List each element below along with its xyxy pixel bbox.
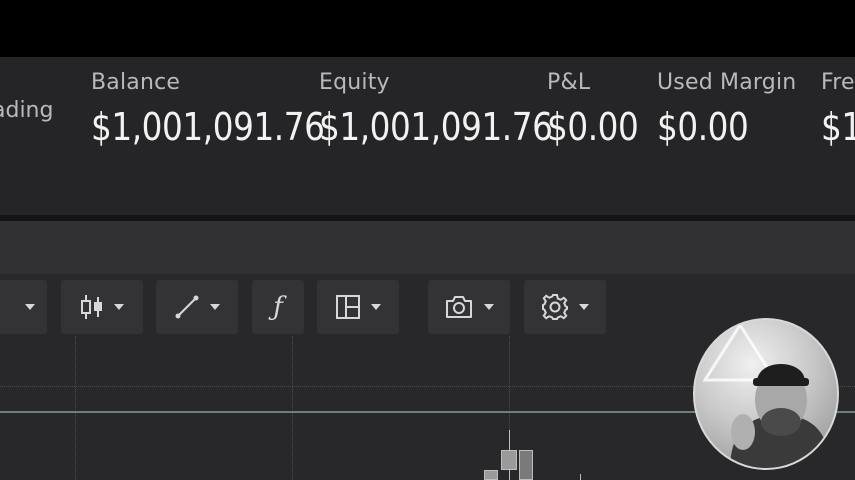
used-margin-stat: Used Margin $0.00 bbox=[657, 70, 796, 149]
chevron-down-icon bbox=[25, 304, 35, 310]
chevron-down-icon bbox=[579, 304, 589, 310]
partial-dropdown-button[interactable] bbox=[0, 280, 47, 334]
tab-strip bbox=[0, 221, 855, 274]
pnl-value: $0.00 bbox=[547, 105, 639, 149]
chevron-down-icon bbox=[371, 304, 381, 310]
chevron-down-icon bbox=[114, 304, 124, 310]
used-margin-value: $0.00 bbox=[657, 105, 749, 149]
settings-button[interactable] bbox=[524, 280, 606, 334]
candle-body bbox=[519, 450, 533, 480]
trendline-icon bbox=[174, 294, 200, 320]
chart-gridline-vertical bbox=[292, 336, 293, 480]
chart-gridline-vertical bbox=[75, 336, 76, 480]
pnl-stat: P&L $0.00 bbox=[547, 70, 653, 149]
trading-platform-screen: ading Balance $1,001,091.76 Equity $1,00… bbox=[0, 0, 855, 480]
layout-button[interactable] bbox=[317, 280, 399, 334]
chevron-down-icon bbox=[484, 304, 494, 310]
candlestick-icon bbox=[80, 294, 104, 320]
equity-value: $1,001,091.76 bbox=[319, 105, 553, 149]
candle-body bbox=[501, 450, 517, 470]
screenshot-button[interactable] bbox=[428, 280, 510, 334]
trading-partial-label: ading bbox=[0, 98, 54, 123]
indicators-button[interactable]: ƒ bbox=[252, 280, 304, 334]
letterbox-bar bbox=[0, 0, 855, 57]
chart-type-button[interactable] bbox=[61, 280, 143, 334]
candle-body bbox=[484, 470, 498, 480]
pnl-label: P&L bbox=[547, 70, 591, 95]
balance-value: $1,001,091.76 bbox=[91, 105, 325, 149]
candle-wick bbox=[580, 474, 581, 480]
webcam-overlay bbox=[693, 318, 839, 470]
layout-icon bbox=[335, 294, 361, 320]
gear-icon bbox=[541, 293, 569, 321]
function-icon: ƒ bbox=[273, 292, 283, 322]
free-margin-label: Fre bbox=[821, 70, 855, 95]
camera-icon bbox=[444, 294, 474, 320]
chevron-down-icon bbox=[210, 304, 220, 310]
free-margin-value: $1 bbox=[821, 105, 855, 149]
free-margin-stat: Fre $1 bbox=[821, 70, 855, 149]
drawing-tools-button[interactable] bbox=[156, 280, 238, 334]
used-margin-label: Used Margin bbox=[657, 70, 797, 95]
